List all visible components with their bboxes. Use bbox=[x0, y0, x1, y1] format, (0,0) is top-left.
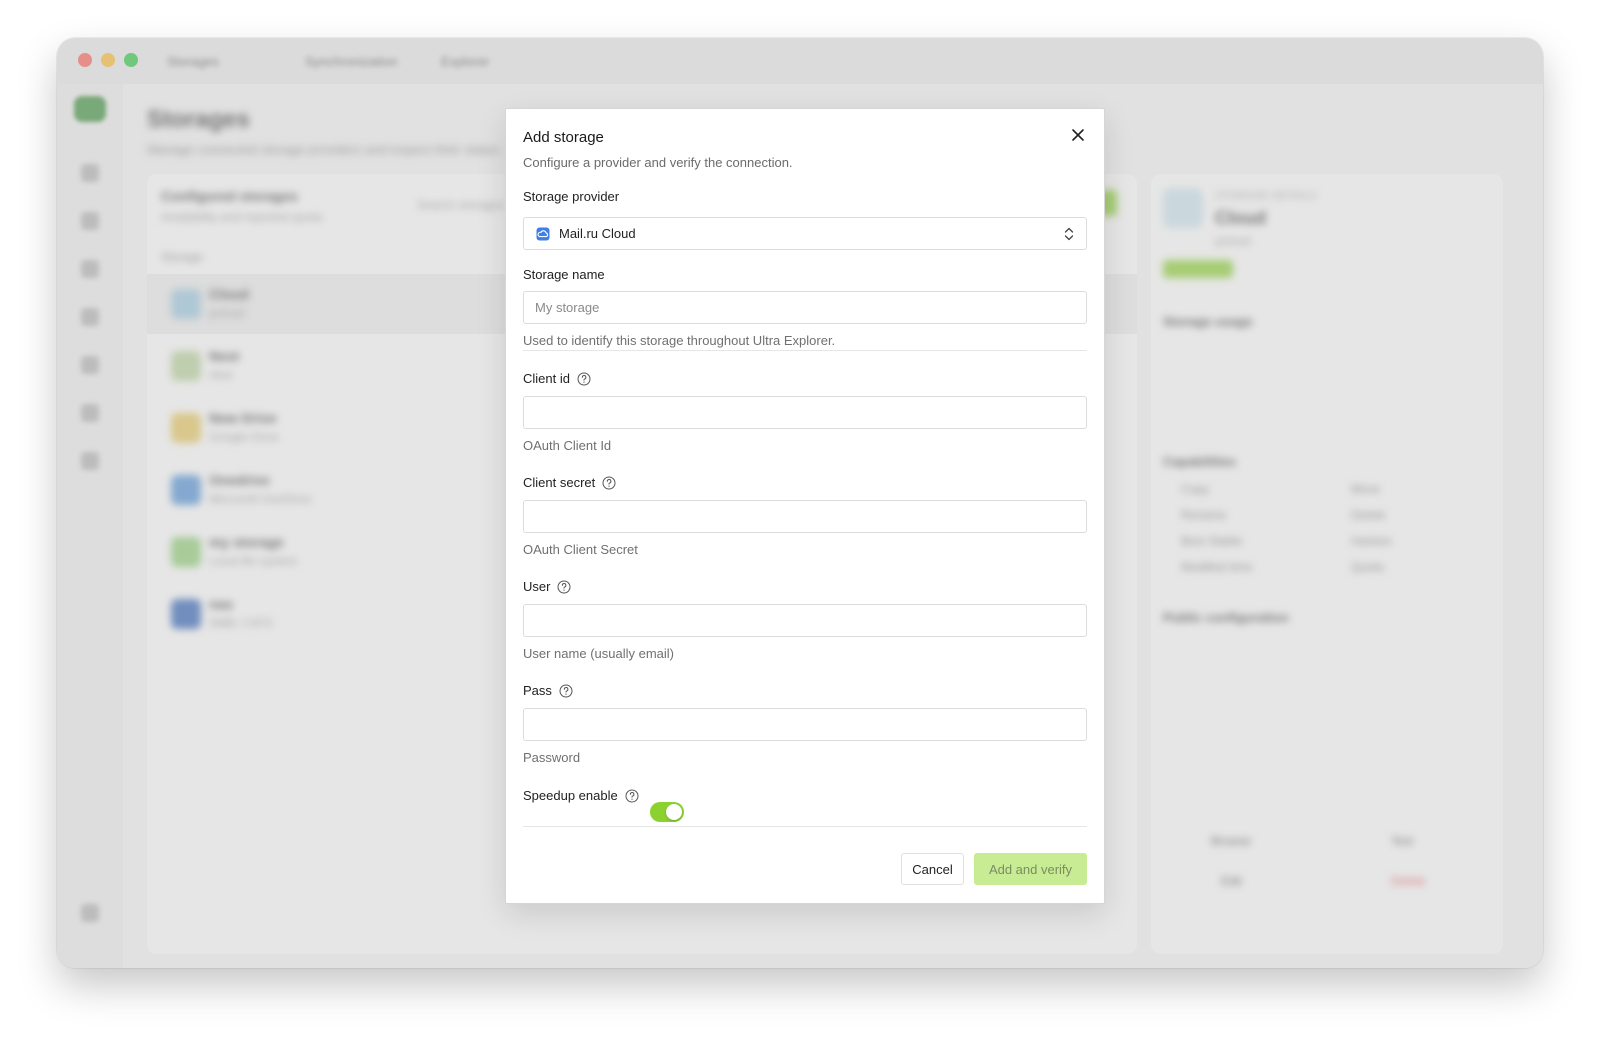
selected-provider: Mail.ru Cloud bbox=[559, 226, 636, 241]
storage-provider-select[interactable]: Mail.ru Cloud bbox=[523, 217, 1087, 250]
dialog-title: Add storage bbox=[523, 129, 604, 146]
help-icon[interactable] bbox=[602, 476, 616, 490]
user-label: User bbox=[523, 579, 571, 594]
client-id-label: Client id bbox=[523, 371, 591, 386]
chevron-up-down-icon bbox=[1064, 227, 1074, 241]
speedup-label: Speedup enable bbox=[523, 788, 639, 803]
pass-hint: Password bbox=[523, 750, 581, 765]
user-hint: User name (usually email) bbox=[523, 646, 674, 661]
client-secret-input[interactable] bbox=[523, 500, 1087, 533]
footer-divider bbox=[523, 826, 1087, 827]
user-input[interactable] bbox=[523, 604, 1087, 637]
client-id-input[interactable] bbox=[523, 396, 1087, 429]
pass-input[interactable] bbox=[523, 708, 1087, 741]
cancel-button[interactable]: Cancel bbox=[901, 853, 964, 885]
storage-name-input[interactable] bbox=[523, 291, 1087, 324]
pass-label: Pass bbox=[523, 683, 573, 698]
client-secret-hint: OAuth Client Secret bbox=[523, 542, 638, 557]
storage-name-label: Storage name bbox=[523, 267, 605, 282]
help-icon[interactable] bbox=[559, 684, 573, 698]
speedup-toggle[interactable] bbox=[650, 802, 684, 822]
client-secret-label: Client secret bbox=[523, 475, 616, 490]
add-storage-dialog: Add storage Configure a provider and ver… bbox=[505, 108, 1105, 904]
provider-label: Storage provider bbox=[523, 189, 620, 204]
toggle-knob bbox=[666, 804, 682, 820]
help-icon[interactable] bbox=[625, 789, 639, 803]
close-dialog-button[interactable] bbox=[1066, 123, 1090, 147]
add-and-verify-button[interactable]: Add and verify bbox=[974, 853, 1087, 885]
help-icon[interactable] bbox=[557, 580, 571, 594]
close-icon bbox=[1072, 129, 1084, 141]
section-divider bbox=[523, 350, 1087, 351]
storage-name-hint: Used to identify this storage throughout… bbox=[523, 333, 836, 348]
help-icon[interactable] bbox=[577, 372, 591, 386]
client-id-hint: OAuth Client Id bbox=[523, 438, 612, 453]
dialog-subtitle: Configure a provider and verify the conn… bbox=[523, 155, 793, 170]
mailru-cloud-icon bbox=[536, 227, 550, 240]
